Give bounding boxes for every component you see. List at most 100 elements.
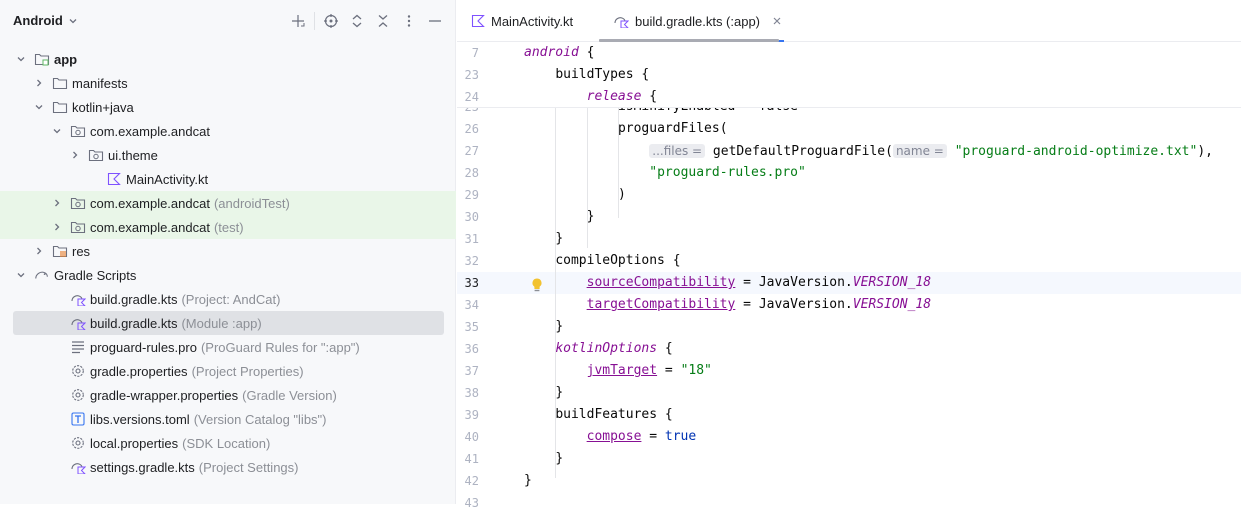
chevron-down-icon[interactable]: [16, 270, 26, 280]
code-line[interactable]: 32 compileOptions {: [457, 250, 1241, 272]
tab-build-gradle[interactable]: build.gradle.kts (:app): [606, 0, 785, 43]
code-text: android {: [524, 45, 595, 60]
code-line[interactable]: 39 buildFeatures {: [457, 404, 1241, 426]
tree-item-label: gradle.properties: [90, 363, 188, 379]
chevron-down-icon[interactable]: [16, 54, 26, 64]
tree-item-label: proguard-rules.pro: [90, 339, 197, 355]
tree-item-proguard[interactable]: proguard-rules.pro (ProGuard Rules for ":…: [0, 335, 456, 359]
package-icon: [88, 147, 104, 163]
chevron-right-icon[interactable]: [52, 222, 62, 232]
tree-item-gradle-properties[interactable]: gradle.properties (Project Properties): [0, 359, 456, 383]
code-line[interactable]: 36 kotlinOptions {: [457, 338, 1241, 360]
line-number: 27: [464, 144, 479, 158]
code-line[interactable]: 43: [457, 492, 1241, 514]
code-line[interactable]: 27 ...files = getDefaultProguardFile(name…: [457, 140, 1241, 162]
code-line[interactable]: 33 sourceCompatibility = JavaVersion.VERS…: [457, 272, 1241, 294]
tab-mainactivity[interactable]: MainActivity.kt: [471, 0, 573, 42]
close-icon[interactable]: [772, 16, 782, 26]
code-line[interactable]: 30}: [457, 206, 1241, 228]
module-folder-icon: [34, 51, 50, 67]
hide-panel-icon[interactable]: [426, 12, 444, 30]
chevron-right-icon[interactable]: [70, 150, 80, 160]
kotlin-file-icon: [106, 171, 122, 187]
tree-item-build-gradle-project[interactable]: build.gradle.kts (Project: AndCat): [0, 287, 456, 311]
code-line[interactable]: 41}: [457, 448, 1241, 470]
chevron-down-icon[interactable]: [52, 126, 62, 136]
tree-item-mainactivity[interactable]: MainActivity.kt: [0, 167, 456, 191]
line-number: 26: [464, 122, 479, 136]
package-icon: [70, 219, 86, 235]
expand-all-icon[interactable]: [348, 12, 366, 30]
tree-item-label: build.gradle.kts: [90, 291, 178, 307]
intention-lightbulb-icon[interactable]: [530, 277, 544, 296]
tree-item-res[interactable]: res: [0, 239, 456, 263]
locate-file-icon[interactable]: [322, 12, 340, 30]
code-line[interactable]: 40 compose = true: [457, 426, 1241, 448]
line-number: 43: [464, 496, 479, 510]
tree-item-app[interactable]: app: [0, 47, 456, 71]
tree-item-local-properties[interactable]: local.properties (SDK Location): [0, 431, 456, 455]
code-text: jvmTarget = "18": [586, 363, 712, 378]
new-file-icon[interactable]: [289, 12, 307, 30]
collapse-all-icon[interactable]: [374, 12, 392, 30]
tree-item-label: ui.theme: [108, 147, 158, 163]
line-number: 32: [464, 254, 479, 268]
code-text: }: [555, 385, 564, 400]
tree-item-label: settings.gradle.kts: [90, 459, 195, 475]
tree-item-kotlin-java[interactable]: kotlin+java: [0, 95, 456, 119]
tree-item-libs-toml[interactable]: libs.versions.toml (Version Catalog "libs…: [0, 407, 456, 431]
code-view[interactable]: 25isMinifyEnabled = false26proguardFiles…: [457, 42, 1241, 510]
code-line[interactable]: 28 "proguard-rules.pro": [457, 162, 1241, 184]
code-line[interactable]: 26 proguardFiles(: [457, 118, 1241, 140]
code-text: }: [524, 473, 532, 488]
gradle-icon: [34, 267, 50, 283]
chevron-down-icon[interactable]: [34, 102, 44, 112]
tree-item-package-main[interactable]: com.example.andcat: [0, 119, 456, 143]
tree-item-label: kotlin+java: [72, 99, 134, 115]
chevron-right-icon[interactable]: [34, 78, 44, 88]
code-text: "proguard-rules.pro": [649, 165, 806, 180]
more-options-icon[interactable]: [400, 12, 418, 30]
code-line[interactable]: 38}: [457, 382, 1241, 404]
sticky-line[interactable]: 23 buildTypes {: [457, 64, 1241, 86]
code-text: buildTypes {: [555, 67, 650, 82]
code-line[interactable]: 37 jvmTarget = "18": [457, 360, 1241, 382]
code-line[interactable]: 42}: [457, 470, 1241, 492]
code-text: }: [586, 209, 595, 224]
tab-label: build.gradle.kts (:app): [635, 13, 761, 29]
line-number: 37: [464, 364, 479, 378]
tree-item-package-androidtest[interactable]: com.example.andcat (androidTest): [0, 191, 456, 215]
code-line[interactable]: 34 targetCompatibility = JavaVersion.VERS…: [457, 294, 1241, 316]
sticky-line[interactable]: 24 release {: [457, 86, 1241, 108]
sticky-line[interactable]: 7 android {: [457, 42, 1241, 64]
line-number: 40: [464, 430, 479, 444]
code-line[interactable]: 31}: [457, 228, 1241, 250]
tree-item-package-test[interactable]: com.example.andcat (test): [0, 215, 456, 239]
chevron-right-icon[interactable]: [34, 246, 44, 256]
tree-item-settings-gradle[interactable]: settings.gradle.kts (Project Settings): [0, 455, 456, 479]
tree-item-label: com.example.andcat: [90, 219, 210, 235]
tree-item-label: Gradle Scripts: [54, 267, 137, 283]
code-line[interactable]: 29): [457, 184, 1241, 206]
gradle-kts-icon: [70, 291, 86, 307]
code-text: sourceCompatibility = JavaVersion.VERSIO…: [586, 275, 932, 290]
tree-item-gradle-scripts[interactable]: Gradle Scripts: [0, 263, 456, 287]
tree-item-label: MainActivity.kt: [126, 171, 209, 187]
line-number: 41: [464, 452, 479, 466]
tree-item-ui-theme[interactable]: ui.theme: [0, 143, 456, 167]
project-view-selector[interactable]: Android: [13, 13, 78, 28]
tree-item-hint: (Project: AndCat): [181, 291, 281, 307]
line-number: 33: [464, 276, 479, 290]
code-text: compose = true: [586, 429, 697, 444]
tree-item-hint: (Gradle Version): [242, 387, 337, 403]
tree-item-label: com.example.andcat: [90, 195, 210, 211]
tree-item-label: manifests: [72, 75, 128, 91]
resource-folder-icon: [52, 243, 68, 259]
chevron-right-icon[interactable]: [52, 198, 62, 208]
code-line[interactable]: 35}: [457, 316, 1241, 338]
tree-item-gradle-wrapper[interactable]: gradle-wrapper.properties (Gradle Version…: [0, 383, 456, 407]
tree-item-manifests[interactable]: manifests: [0, 71, 456, 95]
line-number: 29: [464, 188, 479, 202]
code-text: proguardFiles(: [617, 121, 728, 136]
tree-item-build-gradle-module[interactable]: build.gradle.kts (Module :app): [13, 311, 444, 335]
